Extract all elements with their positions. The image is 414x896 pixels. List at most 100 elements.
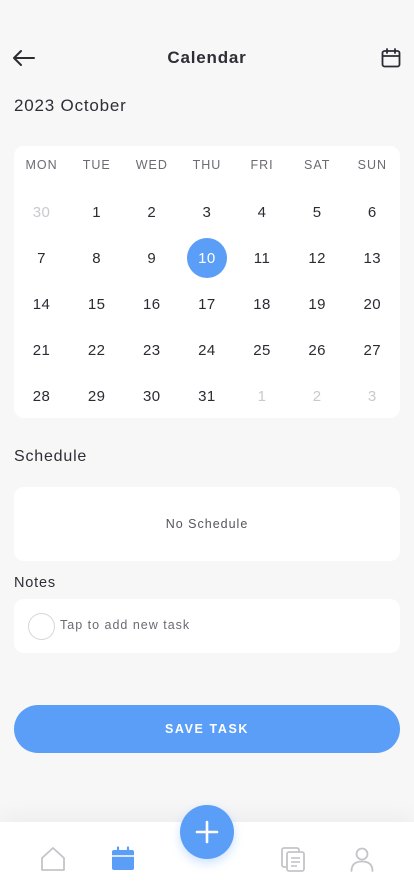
calendar-week-row: 30 1 2 3 4 5 6 (14, 192, 400, 232)
calendar-day-label: 2 (147, 203, 157, 221)
calendar-day[interactable]: 14 (14, 284, 69, 324)
calendar-day[interactable]: 23 (124, 330, 179, 370)
schedule-card: No Schedule (14, 487, 400, 561)
calendar-day-label: 24 (198, 341, 216, 359)
calendar-day-selected[interactable]: 10 (179, 238, 234, 278)
calendar-day[interactable]: 7 (14, 238, 69, 278)
tab-calendar[interactable] (108, 844, 138, 874)
calendar-day[interactable]: 16 (124, 284, 179, 324)
calendar-day[interactable]: 13 (345, 238, 400, 278)
calendar-day-label: 3 (202, 203, 212, 221)
calendar-day-label: 11 (253, 249, 271, 267)
calendar-day[interactable]: 3 (179, 192, 234, 232)
task-checkbox[interactable] (28, 613, 55, 640)
calendar-day[interactable]: 3 (345, 376, 400, 416)
add-task-fab[interactable] (180, 805, 234, 859)
calendar-day-label: 6 (367, 203, 377, 221)
weekday-label: MON (25, 158, 58, 172)
notes-label: Notes (14, 575, 56, 591)
calendar-day-label: 15 (87, 295, 106, 313)
calendar-day[interactable]: 2 (290, 376, 345, 416)
calendar-day[interactable]: 11 (235, 238, 290, 278)
calendar-day-label: 25 (253, 341, 271, 359)
calendar-day[interactable]: 29 (69, 376, 124, 416)
calendar-day[interactable]: 8 (69, 238, 124, 278)
calendar-day-label: 29 (87, 387, 106, 405)
weekday-label: SUN (357, 158, 388, 172)
weekday-header: MON TUE WED THU FRI SAT SUN (14, 158, 400, 172)
calendar-day-label: 1 (257, 387, 267, 405)
calendar-day-label: 16 (142, 295, 161, 313)
calendar-day[interactable]: 18 (235, 284, 290, 324)
calendar-day[interactable]: 1 (69, 192, 124, 232)
calendar-week-row: 14 15 16 17 18 19 20 (14, 284, 400, 324)
calendar-day-label: 1 (92, 203, 102, 221)
calendar-day[interactable]: 19 (290, 284, 345, 324)
tab-documents[interactable] (278, 844, 308, 874)
calendar-day[interactable]: 5 (290, 192, 345, 232)
notes-input[interactable]: Tap to add new task (14, 599, 400, 653)
tab-home[interactable] (38, 844, 68, 874)
calendar-day[interactable]: 25 (235, 330, 290, 370)
calendar-button[interactable] (380, 46, 402, 70)
calendar-day-label: 12 (308, 249, 327, 267)
documents-icon (281, 847, 305, 872)
profile-icon (350, 847, 374, 872)
calendar-icon (112, 846, 134, 870)
calendar-day[interactable]: 4 (235, 192, 290, 232)
calendar-day[interactable]: 20 (345, 284, 400, 324)
calendar-day-label: 19 (308, 295, 327, 313)
calendar-day-label: 9 (147, 249, 157, 267)
schedule-label: Schedule (14, 448, 88, 465)
weekday-label: FRI (250, 158, 274, 172)
calendar-day[interactable]: 22 (69, 330, 124, 370)
page-title: Calendar (167, 48, 247, 67)
weekday-label: TUE (82, 158, 111, 172)
calendar-day[interactable]: 31 (179, 376, 234, 416)
calendar-day-label: 5 (312, 203, 322, 221)
calendar-day[interactable]: 28 (14, 376, 69, 416)
calendar-day-label: 28 (32, 387, 51, 405)
home-icon (41, 847, 65, 871)
calendar-day-label: 10 (186, 238, 227, 278)
calendar-week-row: 21 22 23 24 25 26 27 (14, 330, 400, 370)
calendar-day-label: 18 (253, 295, 271, 313)
plus-icon (195, 820, 219, 844)
calendar-day[interactable]: 24 (179, 330, 234, 370)
tab-profile[interactable] (347, 844, 377, 874)
calendar-day[interactable]: 15 (69, 284, 124, 324)
calendar-day[interactable]: 12 (290, 238, 345, 278)
calendar-day[interactable]: 30 (14, 192, 69, 232)
calendar-day[interactable]: 26 (290, 330, 345, 370)
calendar-week-row: 7 8 9 10 11 12 13 (14, 238, 400, 278)
calendar-day-label: 27 (363, 341, 382, 359)
calendar-day-label: 17 (198, 295, 216, 313)
calendar-day-label: 13 (363, 249, 382, 267)
schedule-empty-text: No Schedule (165, 517, 249, 531)
calendar-day-label: 26 (308, 341, 327, 359)
calendar-day[interactable]: 27 (345, 330, 400, 370)
calendar-day-label: 23 (142, 341, 161, 359)
calendar-day-label: 30 (32, 203, 51, 221)
calendar-day[interactable]: 17 (179, 284, 234, 324)
calendar-day-label: 14 (32, 295, 51, 313)
calendar-day-label: 20 (363, 295, 382, 313)
calendar-day[interactable]: 9 (124, 238, 179, 278)
weekday-label: WED (135, 158, 168, 172)
calendar-day-label: 21 (32, 341, 51, 359)
calendar-grid: MON TUE WED THU FRI SAT SUN 30 1 2 3 4 5 6 7 8 9 1… (14, 146, 400, 418)
weekday-label: THU (192, 158, 222, 172)
calendar-day[interactable]: 21 (14, 330, 69, 370)
calendar-icon (381, 48, 401, 68)
calendar-day-label: 2 (312, 387, 322, 405)
notes-placeholder: Tap to add new task (60, 618, 191, 632)
calendar-day-label: 31 (198, 387, 216, 405)
calendar-day[interactable]: 2 (124, 192, 179, 232)
calendar-day[interactable]: 6 (345, 192, 400, 232)
calendar-day[interactable]: 1 (235, 376, 290, 416)
calendar-day-label: 4 (257, 203, 267, 221)
save-task-button[interactable]: SAVE TASK (14, 705, 400, 753)
calendar-day-label: 8 (92, 249, 102, 267)
month-label: 2023 October (14, 96, 127, 115)
calendar-day[interactable]: 30 (124, 376, 179, 416)
